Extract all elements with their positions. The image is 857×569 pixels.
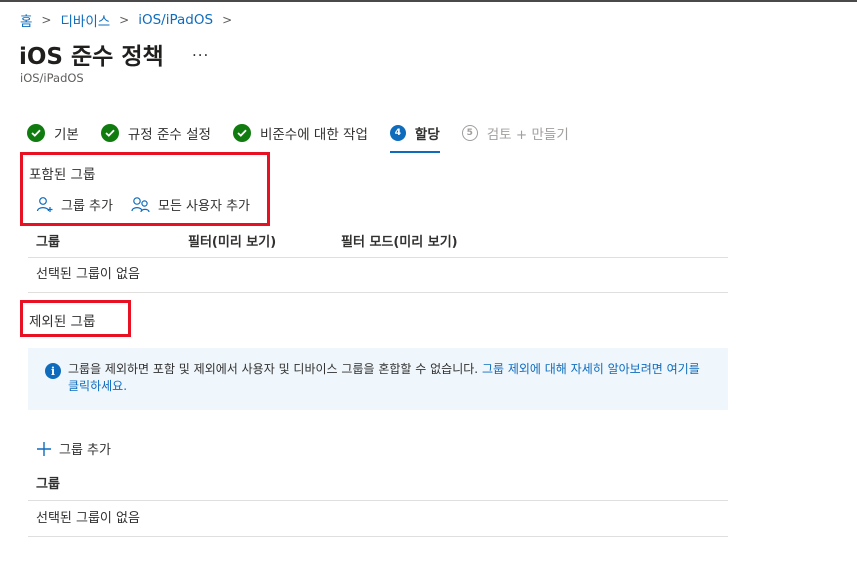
step-number-badge: 4 [389,124,406,141]
divider [28,536,728,537]
breadcrumb: 홈 > 디바이스 > iOS/iPadOS > [20,10,241,30]
column-header-filter-mode: 필터 모드(미리 보기) [341,235,458,250]
add-excluded-group-button[interactable]: 그룹 추가 [36,439,111,458]
checkmark-icon [27,123,45,142]
step-compliance-settings[interactable]: 규정 준수 설정 [100,122,211,143]
step-basics[interactable]: 기본 [27,122,79,143]
top-border [0,0,857,2]
info-text: 그룹을 제외하면 포함 및 제외에서 사용자 및 디바이스 그룹을 혼합할 수 … [68,361,713,395]
step-label: 할당 [414,126,440,143]
step-label: 규정 준수 설정 [127,126,211,143]
add-user-icon [36,196,53,212]
checkmark-icon [100,123,119,142]
step-label: 비준수에 대한 작업 [259,126,368,143]
step-review-create[interactable]: 5 검토 + 만들기 [461,122,569,143]
step-label: 검토 + 만들기 [486,126,569,143]
divider [28,292,728,293]
step-label: 기본 [54,126,79,143]
chevron-right-icon: > [119,13,130,27]
excluded-empty-text: 선택된 그룹이 없음 [36,511,140,526]
breadcrumb-ios[interactable]: iOS/iPadOS [138,12,213,28]
step-noncompliance-actions[interactable]: 비준수에 대한 작업 [232,122,368,143]
users-icon [131,196,150,212]
add-group-label: 그룹 추가 [61,199,113,214]
more-options-button[interactable]: ... [192,42,209,60]
plus-icon [37,441,51,456]
chevron-right-icon: > [222,13,233,27]
add-excluded-group-label: 그룹 추가 [59,443,111,458]
included-empty-text: 선택된 그룹이 없음 [36,267,140,282]
included-groups-title: 포함된 그룹 [29,167,96,183]
page-subtitle: iOS/iPadOS [20,71,84,85]
breadcrumb-devices[interactable]: 디바이스 [60,10,110,30]
column-header-filter: 필터(미리 보기) [188,235,277,250]
divider [28,257,728,258]
info-message: 그룹을 제외하면 포함 및 제외에서 사용자 및 디바이스 그룹을 혼합할 수 … [68,362,479,376]
add-all-users-button[interactable]: 모든 사용자 추가 [131,195,250,214]
add-all-users-label: 모든 사용자 추가 [158,199,250,214]
info-icon: i [45,363,61,379]
step-number-badge: 5 [461,124,478,141]
excluded-groups-title: 제외된 그룹 [29,314,96,330]
page-title: iOS 준수 정책 [19,44,164,70]
divider [28,500,728,501]
step-assignments[interactable]: 4 할당 [389,122,440,153]
info-banner: i 그룹을 제외하면 포함 및 제외에서 사용자 및 디바이스 그룹을 혼합할 … [28,348,728,410]
breadcrumb-home[interactable]: 홈 [20,10,32,30]
column-header-group: 그룹 [36,235,60,250]
checkmark-icon [232,123,251,142]
excluded-column-header-group: 그룹 [36,477,60,492]
chevron-right-icon: > [41,13,52,27]
add-group-button[interactable]: 그룹 추가 [36,195,113,214]
wizard-steps: 기본 규정 준수 설정 비준수에 대한 작업 4 할당 5 검토 + 만들기 [27,122,591,153]
